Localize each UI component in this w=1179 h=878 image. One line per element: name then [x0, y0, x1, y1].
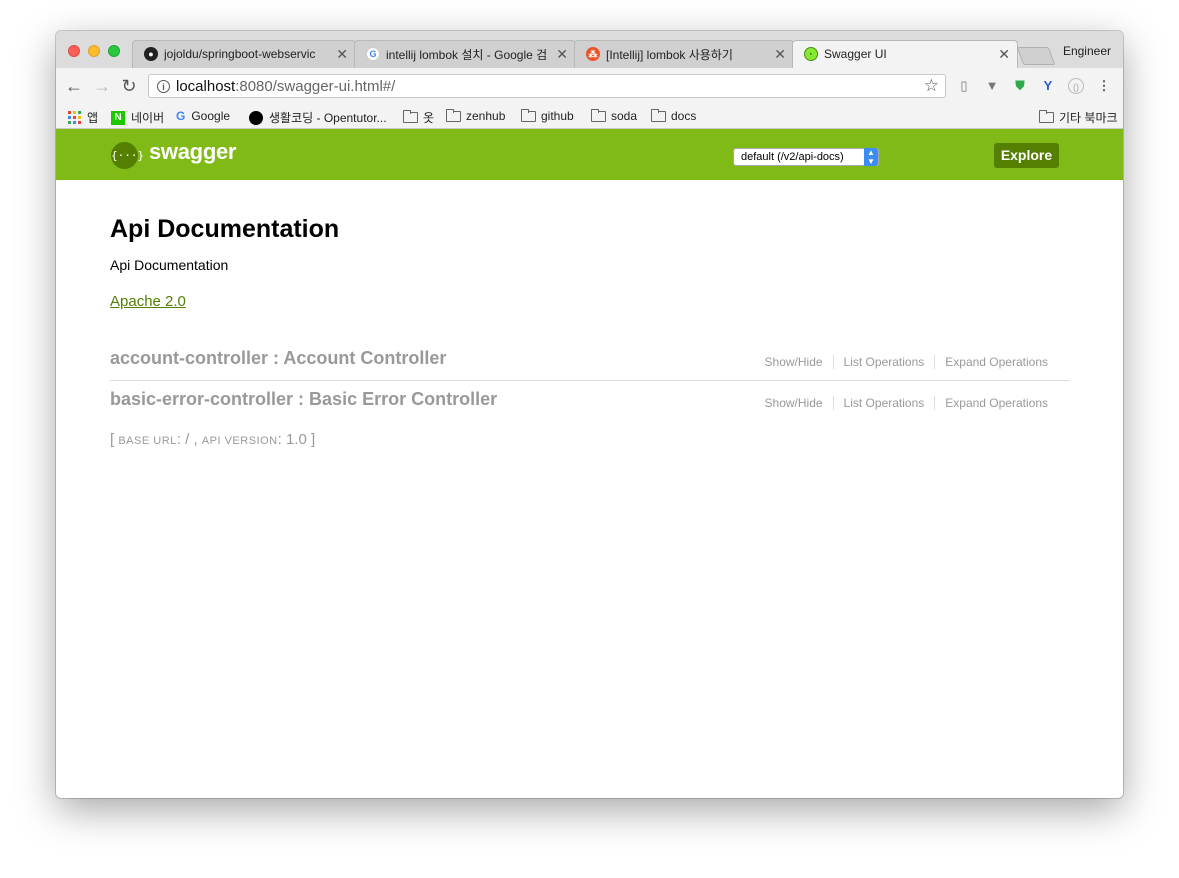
browser-window: ● jojoldu/springboot-webservic ✕ G intel… [56, 31, 1123, 798]
bookmark-naver[interactable]: N 네이버 [111, 109, 164, 126]
bookmark-label: zenhub [466, 109, 506, 123]
explore-button[interactable]: Explore [994, 143, 1059, 168]
reload-icon[interactable]: ↻ [119, 76, 139, 96]
tab-strip: ● jojoldu/springboot-webservic ✕ G intel… [56, 31, 1123, 68]
list-operations-link[interactable]: List Operations [832, 396, 935, 410]
tab-close-icon[interactable]: ✕ [774, 46, 786, 63]
tistory-icon: ⁂ [586, 47, 600, 61]
tab-title: intellij lombok 설치 - Google 검 [386, 47, 548, 62]
folder-icon [591, 108, 606, 122]
base-url-value: / [185, 431, 190, 448]
bookmark-folder-github[interactable]: github [521, 108, 574, 123]
window-close-button[interactable] [68, 45, 80, 57]
window-maximize-button[interactable] [108, 45, 120, 57]
github-icon: ● [144, 47, 158, 61]
tab-title: Swagger UI [824, 47, 887, 61]
page-title: Api Documentation [110, 215, 340, 243]
bookmark-label: 생활코딩 - Opentutor... [269, 111, 387, 125]
new-tab-button[interactable] [1016, 47, 1056, 65]
tab-github[interactable]: ● jojoldu/springboot-webservic ✕ [132, 40, 356, 68]
bookmark-opentutorials[interactable]: 생활코딩 - Opentutor... [249, 109, 387, 126]
profile-name[interactable]: Engineer [1063, 44, 1111, 58]
api-version-label: api version [201, 435, 278, 447]
bookmark-label: soda [611, 109, 638, 123]
close-bracket: ] [310, 431, 316, 448]
tab-title: [Intellij] lombok 사용하기 [606, 47, 733, 62]
url-path: :8080/swagger-ui.html#/ [235, 77, 396, 95]
other-bookmarks[interactable]: 기타 북마크 [1039, 109, 1118, 126]
folder-icon [521, 108, 536, 122]
bookmark-folder-zenhub[interactable]: zenhub [446, 108, 506, 123]
folder-icon [651, 108, 666, 122]
url-host: localhost [176, 77, 236, 95]
swagger-header: {···} swagger default (/v2/api-docs) ▲ ▼ … [56, 129, 1123, 180]
menu-kebab-icon[interactable]: ⋮ [1096, 78, 1112, 94]
back-arrow-icon[interactable]: ← [64, 76, 84, 96]
vivaldi-extension-icon[interactable]: ▼ [984, 78, 1000, 94]
show-hide-link[interactable]: Show/Hide [755, 396, 833, 410]
bookmark-label: docs [671, 109, 697, 123]
bookmark-folder-docs[interactable]: docs [651, 108, 697, 123]
bookmark-label: 네이버 [131, 111, 165, 125]
swagger-favicon-icon: · [804, 47, 818, 61]
bookmark-label: 옷 [423, 111, 435, 125]
browser-toolbar: ← → ↻ i localhost:8080/swagger-ui.html#/… [56, 68, 1123, 105]
select-arrows-icon: ▲ ▼ [864, 148, 878, 166]
folder-icon [1039, 110, 1054, 123]
window-minimize-button[interactable] [88, 45, 100, 57]
resource-operations: Show/Hide List Operations Expand Operati… [755, 355, 1058, 369]
google-icon: G [366, 47, 380, 61]
api-version-value: 1.0 [285, 431, 307, 448]
tab-title: jojoldu/springboot-webservic [164, 47, 316, 61]
bookmark-star-icon[interactable]: ☆ [924, 76, 939, 96]
base-url-label: base url [118, 435, 177, 447]
code-extension-icon[interactable]: () [1068, 78, 1084, 94]
swagger-logo-icon: {···} [111, 142, 144, 169]
other-bookmarks-label: 기타 북마크 [1059, 111, 1118, 125]
expand-operations-link[interactable]: Expand Operations [934, 396, 1058, 410]
api-footer-info: [ base url: / , api version: 1.0 ] [110, 431, 316, 448]
naver-icon: N [111, 110, 125, 125]
folder-icon [403, 110, 418, 123]
resource-basic-error-controller: basic-error-controller : Basic Error Con… [110, 381, 1070, 421]
resource-name[interactable]: basic-error-controller : Basic Error Con… [110, 389, 497, 410]
license-link[interactable]: Apache 2.0 [110, 293, 186, 310]
folder-icon [446, 108, 461, 122]
tab-lombok-blog[interactable]: ⁂ [Intellij] lombok 사용하기 ✕ [574, 40, 794, 68]
tab-close-icon[interactable]: ✕ [998, 46, 1010, 63]
tab-close-icon[interactable]: ✕ [336, 46, 348, 63]
bookmark-label: github [541, 109, 574, 123]
bookmark-label: 앱 [87, 111, 99, 125]
resource-account-controller: account-controller : Account Controller … [110, 340, 1070, 381]
shield-extension-icon[interactable]: ⛊ [1012, 78, 1028, 94]
swagger-logo-text[interactable]: swagger [149, 139, 236, 165]
y-extension-icon[interactable]: Y [1040, 78, 1056, 94]
api-spec-select[interactable]: default (/v2/api-docs) ▲ ▼ [733, 148, 879, 166]
expand-operations-link[interactable]: Expand Operations [934, 355, 1058, 369]
info-icon[interactable]: i [157, 79, 170, 93]
bookmarks-bar: 앱 N 네이버 G Google 생활코딩 - Opentutor... 옷 z… [56, 105, 1123, 129]
tab-google-search[interactable]: G intellij lombok 설치 - Google 검 ✕ [354, 40, 576, 68]
circle-icon [249, 110, 263, 125]
api-description: Api Documentation [110, 257, 229, 273]
show-hide-link[interactable]: Show/Hide [755, 355, 833, 369]
address-bar[interactable]: i localhost:8080/swagger-ui.html#/ ☆ [148, 74, 946, 98]
tab-close-icon[interactable]: ✕ [556, 46, 568, 63]
open-bracket: [ [110, 431, 115, 448]
tab-swagger-ui[interactable]: · Swagger UI ✕ [792, 40, 1018, 68]
bookmark-folder-clothes[interactable]: 옷 [403, 109, 434, 126]
resource-name[interactable]: account-controller : Account Controller [110, 348, 446, 369]
list-operations-link[interactable]: List Operations [832, 355, 935, 369]
bookmark-label: Google [191, 109, 231, 123]
bookmark-folder-soda[interactable]: soda [591, 108, 638, 123]
reader-extension-icon[interactable]: ▯ [956, 78, 972, 94]
google-icon: G [176, 109, 186, 123]
bookmark-apps[interactable]: 앱 [68, 109, 98, 126]
bookmark-google[interactable]: G Google [176, 109, 230, 123]
forward-arrow-icon[interactable]: → [92, 76, 112, 96]
api-spec-select-value: default (/v2/api-docs) [741, 151, 844, 163]
apps-icon [68, 111, 81, 124]
resource-operations: Show/Hide List Operations Expand Operati… [755, 396, 1058, 410]
